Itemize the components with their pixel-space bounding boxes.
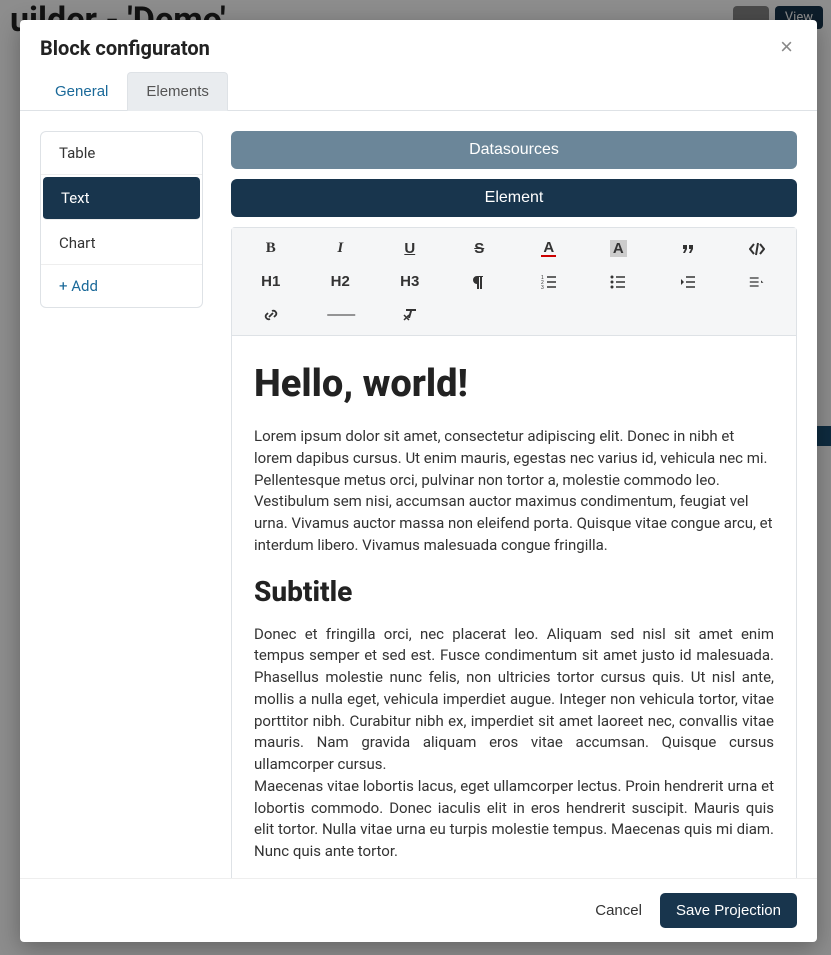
h1-button[interactable]: H1 <box>236 267 306 296</box>
tab-bar: General Elements <box>20 72 817 111</box>
editor-toolbar: B I U S A A H1 H2 <box>232 228 796 336</box>
tab-elements[interactable]: Elements <box>127 72 228 111</box>
bg-color-button[interactable]: A <box>584 234 654 263</box>
tab-general[interactable]: General <box>36 72 127 111</box>
bold-button[interactable]: B <box>236 234 306 263</box>
content-h2: Subtitle <box>254 575 774 608</box>
underline-button[interactable]: U <box>375 234 445 263</box>
content-p2: Donec et fringilla orci, nec placerat le… <box>254 624 774 776</box>
h2-button[interactable]: H2 <box>306 267 376 296</box>
modal-title: Block configuraton <box>40 36 210 60</box>
block-config-modal: Block configuraton × General Elements Ta… <box>20 20 817 942</box>
quote-icon <box>680 241 696 257</box>
sidebar-item-table[interactable]: Table <box>41 132 202 175</box>
list-ol-icon: 123 <box>541 274 557 290</box>
cancel-button[interactable]: Cancel <box>595 902 642 919</box>
paragraph-button[interactable] <box>445 267 515 296</box>
link-icon <box>263 307 279 323</box>
pilcrow-icon <box>471 274 487 290</box>
content-h1: Hello, world! <box>254 362 774 406</box>
unordered-list-button[interactable] <box>584 267 654 296</box>
editor-content[interactable]: Hello, world! Lorem ipsum dolor sit amet… <box>232 336 796 878</box>
align-button[interactable] <box>723 267 793 296</box>
list-ul-icon <box>610 274 626 290</box>
modal-footer: Cancel Save Projection <box>20 878 817 942</box>
blockquote-button[interactable] <box>653 234 723 263</box>
clear-format-button[interactable] <box>375 300 445 329</box>
h3-button[interactable]: H3 <box>375 267 445 296</box>
modal-body[interactable]: General Elements Table Text Chart + Add … <box>20 72 817 878</box>
datasources-button[interactable]: Datasources <box>231 131 797 169</box>
ordered-list-button[interactable]: 123 <box>514 267 584 296</box>
sidebar-add-button[interactable]: + Add <box>41 265 202 307</box>
content-p3: Maecenas vitae lobortis lacus, eget ulla… <box>254 776 774 863</box>
sidebar-item-text[interactable]: Text <box>43 177 200 220</box>
content-p1: Lorem ipsum dolor sit amet, consectetur … <box>254 426 774 557</box>
element-button[interactable]: Element <box>231 179 797 217</box>
link-button[interactable] <box>236 300 306 329</box>
code-button[interactable] <box>723 234 793 263</box>
code-icon <box>749 241 765 257</box>
rich-text-editor: B I U S A A H1 H2 <box>231 227 797 878</box>
editor-column: Datasources Element B I U S A A <box>231 131 797 878</box>
indent-button[interactable] <box>653 267 723 296</box>
element-type-list: Table Text Chart + Add <box>40 131 203 308</box>
save-projection-button[interactable]: Save Projection <box>660 893 797 928</box>
svg-text:3: 3 <box>541 285 544 290</box>
clear-format-icon <box>402 307 418 323</box>
italic-button[interactable]: I <box>306 234 376 263</box>
strikethrough-button[interactable]: S <box>445 234 515 263</box>
close-button[interactable]: × <box>776 36 797 58</box>
text-color-button[interactable]: A <box>514 234 584 263</box>
body-row: Table Text Chart + Add Datasources Eleme… <box>20 111 817 878</box>
indent-icon <box>680 274 696 290</box>
hr-button[interactable]: ―― <box>306 300 376 329</box>
align-icon <box>749 274 765 290</box>
modal-header: Block configuraton × <box>20 20 817 72</box>
sidebar-item-chart[interactable]: Chart <box>41 222 202 265</box>
